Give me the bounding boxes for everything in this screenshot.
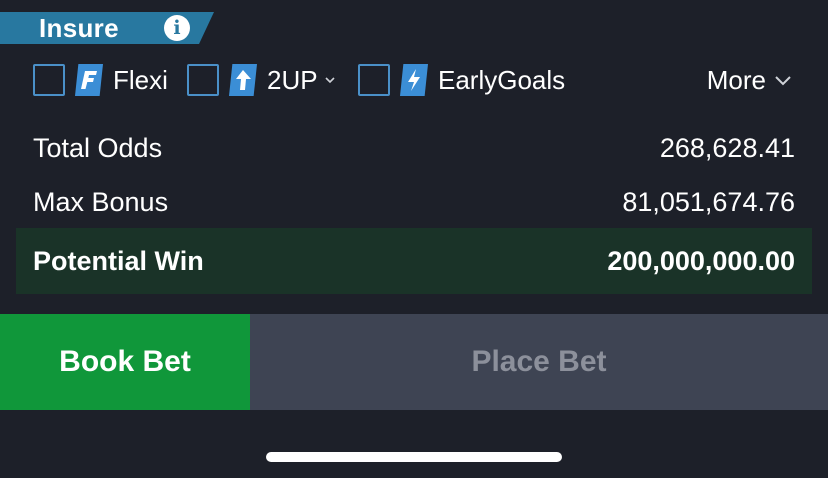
more-button[interactable]: More bbox=[707, 60, 792, 100]
flexi-label: Flexi bbox=[113, 64, 168, 95]
insure-banner[interactable]: Insure i bbox=[0, 12, 214, 44]
max-bonus-value: 81,051,674.76 bbox=[622, 186, 795, 217]
potential-win-row: Potential Win 200,000,000.00 bbox=[16, 228, 812, 294]
arrow-up-icon bbox=[229, 64, 257, 96]
more-label: More bbox=[706, 64, 766, 95]
early-goals-checkbox[interactable] bbox=[358, 64, 390, 96]
total-odds-row: Total Odds 268,628.41 bbox=[16, 121, 812, 175]
action-buttons: Book Bet Place Bet bbox=[0, 314, 828, 410]
total-odds-label: Total Odds bbox=[33, 132, 163, 163]
place-bet-button[interactable]: Place Bet bbox=[250, 314, 828, 410]
chevron-down-icon[interactable] bbox=[324, 74, 336, 86]
insure-label: Insure bbox=[39, 12, 119, 43]
flexi-f-icon bbox=[75, 64, 103, 96]
lightning-icon bbox=[400, 64, 428, 96]
info-icon[interactable]: i bbox=[164, 15, 190, 41]
potential-win-value: 200,000,000.00 bbox=[607, 245, 795, 276]
option-2up[interactable]: 2UP bbox=[187, 60, 336, 100]
betslip-screen: Insure i Flexi 2UP EarlyGoals More Total… bbox=[0, 0, 828, 478]
bet-options-row: Flexi 2UP EarlyGoals More bbox=[0, 60, 828, 100]
early-goals-label: EarlyGoals bbox=[438, 64, 566, 95]
potential-win-label: Potential Win bbox=[33, 245, 204, 276]
option-early-goals[interactable]: EarlyGoals bbox=[358, 60, 565, 100]
home-indicator[interactable] bbox=[266, 452, 562, 462]
2up-checkbox[interactable] bbox=[187, 64, 219, 96]
option-flexi[interactable]: Flexi bbox=[33, 60, 168, 100]
2up-label: 2UP bbox=[267, 64, 318, 95]
chevron-down-icon bbox=[775, 76, 791, 86]
flexi-checkbox[interactable] bbox=[33, 64, 65, 96]
book-bet-button[interactable]: Book Bet bbox=[0, 314, 250, 410]
total-odds-value: 268,628.41 bbox=[659, 132, 795, 163]
max-bonus-label: Max Bonus bbox=[33, 186, 169, 217]
max-bonus-row: Max Bonus 81,051,674.76 bbox=[16, 175, 812, 229]
